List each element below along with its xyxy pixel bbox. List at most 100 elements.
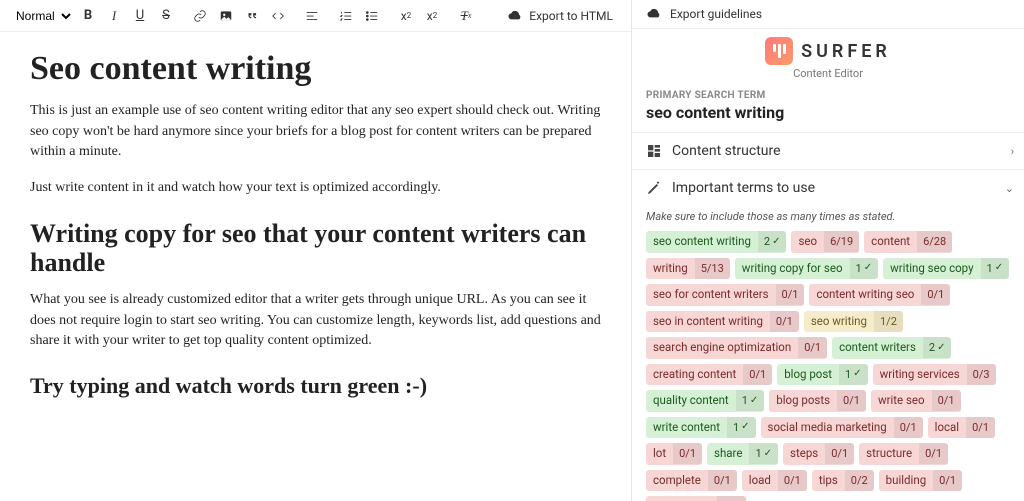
- term-chip-label: seo: [791, 231, 824, 253]
- clear-format-button[interactable]: Tx: [454, 4, 478, 28]
- term-chip-label: advertising: [646, 496, 717, 501]
- term-chip-count: 0/1: [933, 470, 962, 491]
- term-chip[interactable]: seo6/19: [791, 231, 859, 253]
- term-chip[interactable]: writing5/13: [646, 258, 730, 280]
- paragraph[interactable]: Just write content in it and watch how y…: [30, 178, 601, 198]
- term-chip[interactable]: seo content writing2✓: [646, 231, 786, 253]
- heading-2[interactable]: Writing copy for seo that your content w…: [30, 219, 601, 279]
- term-chip-count: 0/3: [967, 364, 996, 385]
- term-chip[interactable]: seo for content writers0/1: [646, 284, 804, 306]
- term-chip[interactable]: seo in content writing0/1: [646, 311, 799, 333]
- export-html-button[interactable]: Export to HTML: [507, 8, 623, 24]
- term-chip-count: 1✓: [981, 258, 1010, 279]
- code-button[interactable]: [266, 4, 290, 28]
- term-chip-label: structure: [859, 443, 919, 465]
- check-icon: ✓: [937, 343, 945, 353]
- align-button[interactable]: [300, 4, 324, 28]
- term-chip[interactable]: writing services0/3: [873, 364, 996, 386]
- term-chip[interactable]: steps0/1: [783, 443, 854, 465]
- heading-3[interactable]: Try typing and watch words turn green :-…: [30, 373, 601, 399]
- editor-pane: Normal B I U S x2 x2 Tx Export to HTML S…: [0, 0, 632, 501]
- term-chip[interactable]: complete0/1: [646, 470, 737, 492]
- format-select[interactable]: Normal: [8, 6, 74, 26]
- term-chip[interactable]: blog post1✓: [777, 364, 867, 386]
- strike-button[interactable]: S: [154, 4, 178, 28]
- term-chip-label: content writing seo: [809, 284, 921, 306]
- export-html-label: Export to HTML: [529, 9, 613, 23]
- term-chip-count: 2✓: [923, 337, 952, 358]
- guidelines-pane: Export guidelines SURFER Content Editor …: [632, 0, 1024, 501]
- term-chip[interactable]: creating content0/1: [646, 364, 772, 386]
- editor-content[interactable]: Seo content writing This is just an exam…: [0, 32, 631, 417]
- check-icon: ✓: [864, 263, 872, 273]
- term-chip-label: content: [864, 231, 917, 253]
- unordered-list-button[interactable]: [360, 4, 384, 28]
- term-chip[interactable]: search engine optimization0/1: [646, 337, 827, 359]
- term-chip[interactable]: writing copy for seo1✓: [735, 258, 878, 280]
- link-button[interactable]: [188, 4, 212, 28]
- bold-button[interactable]: B: [76, 4, 100, 28]
- image-button[interactable]: [214, 4, 238, 28]
- term-chip-count: 0/1: [921, 284, 950, 305]
- term-chip[interactable]: social media marketing0/1: [761, 417, 923, 439]
- term-chip[interactable]: write seo0/1: [871, 390, 961, 412]
- structure-icon: [646, 143, 662, 159]
- term-chip-count: 1✓: [749, 443, 778, 464]
- term-chip[interactable]: write content1✓: [646, 417, 756, 439]
- term-chip-count: 0/1: [825, 443, 854, 464]
- term-chip-label: content writers: [832, 337, 923, 359]
- subscript-button[interactable]: x2: [394, 4, 418, 28]
- term-chip[interactable]: content writing seo0/1: [809, 284, 950, 306]
- term-chip-label: seo for content writers: [646, 284, 776, 306]
- term-chip-count: 6/28: [917, 231, 952, 252]
- term-chip-count: 1✓: [839, 364, 868, 385]
- heading-1[interactable]: Seo content writing: [30, 50, 601, 87]
- cloud-download-icon: [507, 8, 523, 24]
- underline-button[interactable]: U: [128, 4, 152, 28]
- term-chip[interactable]: advertising0/1: [646, 496, 746, 501]
- term-chip-label: writing: [646, 258, 695, 280]
- term-chip[interactable]: share1✓: [707, 443, 778, 465]
- chevron-down-icon: ⌄: [1005, 182, 1014, 195]
- term-chip[interactable]: local0/1: [928, 417, 995, 439]
- term-chip[interactable]: load0/1: [742, 470, 807, 492]
- terms-body: Make sure to include those as many times…: [632, 206, 1024, 501]
- term-chip-count: 0/1: [776, 284, 805, 305]
- check-icon: ✓: [764, 449, 772, 459]
- term-chip-label: steps: [783, 443, 825, 465]
- brand-name: SURFER: [801, 41, 891, 62]
- term-chip-label: seo writing: [804, 311, 874, 333]
- check-icon: ✓: [750, 396, 758, 406]
- term-chip[interactable]: writing seo copy1✓: [883, 258, 1009, 280]
- italic-button[interactable]: I: [102, 4, 126, 28]
- section-important-terms[interactable]: Important terms to use ⌄: [632, 169, 1024, 206]
- term-chip-count: 0/1: [966, 417, 995, 438]
- section-content-structure[interactable]: Content structure ›: [632, 132, 1024, 169]
- term-chip[interactable]: content6/28: [864, 231, 952, 253]
- term-chip[interactable]: tips0/2: [812, 470, 874, 492]
- term-chip[interactable]: blog posts0/1: [769, 390, 866, 412]
- export-guidelines-button[interactable]: Export guidelines: [632, 0, 1024, 29]
- term-chip[interactable]: quality content1✓: [646, 390, 764, 412]
- term-chip-count: 5/13: [695, 258, 730, 279]
- term-chip[interactable]: building0/1: [879, 470, 962, 492]
- term-chip-label: local: [928, 417, 966, 439]
- term-chip-count: 1✓: [850, 258, 879, 279]
- ordered-list-button[interactable]: [334, 4, 358, 28]
- term-chip-label: seo in content writing: [646, 311, 770, 333]
- term-chip-count: 1✓: [727, 417, 756, 438]
- quote-button[interactable]: [240, 4, 264, 28]
- export-guidelines-label: Export guidelines: [670, 7, 762, 21]
- term-chip[interactable]: content writers2✓: [832, 337, 951, 359]
- brand-subtitle: Content Editor: [632, 67, 1024, 80]
- term-chip-label: blog post: [777, 364, 839, 386]
- term-chip[interactable]: structure0/1: [859, 443, 948, 465]
- term-chip[interactable]: seo writing1/2: [804, 311, 903, 333]
- term-chip-label: social media marketing: [761, 417, 894, 439]
- term-chip-count: 0/1: [673, 443, 702, 464]
- superscript-button[interactable]: x2: [420, 4, 444, 28]
- term-chip-label: seo content writing: [646, 231, 758, 253]
- term-chip[interactable]: lot0/1: [646, 443, 702, 465]
- paragraph[interactable]: This is just an example use of seo conte…: [30, 101, 601, 162]
- paragraph[interactable]: What you see is already customized edito…: [30, 290, 601, 351]
